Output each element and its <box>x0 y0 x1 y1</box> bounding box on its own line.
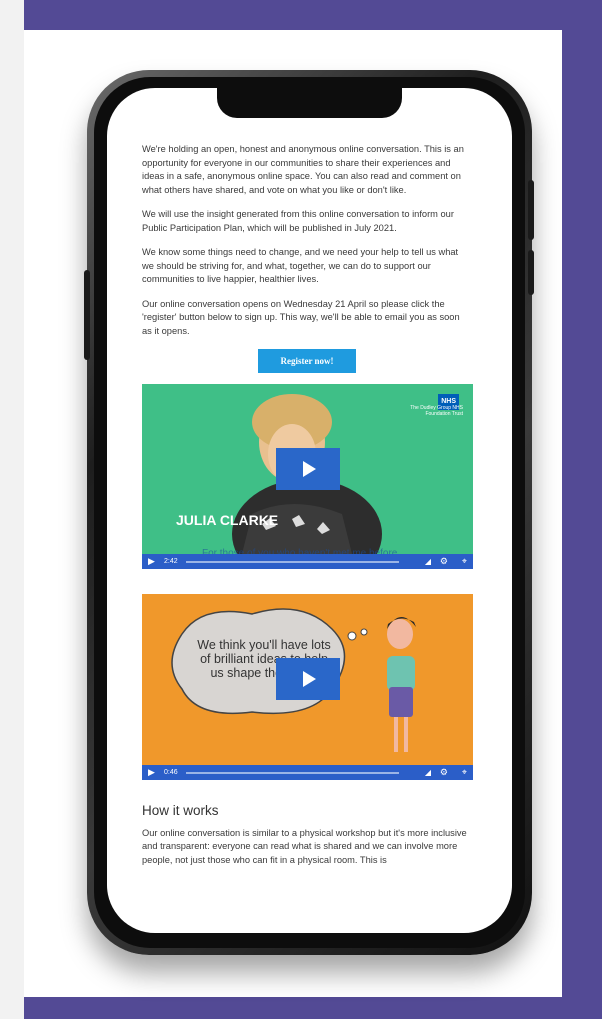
volume-icon[interactable]: ◢ <box>425 766 431 779</box>
play-button-icon[interactable] <box>276 658 340 700</box>
how-it-works-text: Our online conversation is similar to a … <box>142 827 467 865</box>
phone-side-button-right-top <box>528 180 534 240</box>
settings-icon[interactable]: ⚙ <box>440 766 448 779</box>
presenter-name-tag: JULIA CLARKE <box>176 512 279 528</box>
page-content: We're holding an open, honest and anonym… <box>142 143 473 878</box>
play-button-icon[interactable] <box>276 448 340 490</box>
phone-side-button-left <box>84 270 90 360</box>
register-button[interactable]: Register now! <box>258 349 356 373</box>
fullscreen-icon[interactable]: ⌖ <box>462 555 467 568</box>
settings-icon[interactable]: ⚙ <box>440 555 448 568</box>
phone-notch <box>217 88 402 118</box>
play-icon[interactable]: ▶ <box>148 555 155 568</box>
video-controls: ▶ 0:46 ◢ ⚙ ⌖ <box>142 765 473 780</box>
video-controls: ▶ 2:42 ◢ ⚙ ⌖ <box>142 554 473 569</box>
progress-track[interactable] <box>186 772 399 774</box>
play-icon[interactable]: ▶ <box>148 766 155 779</box>
how-it-works-heading: How it works <box>142 803 219 818</box>
video-player-2[interactable]: We think you'll have lots of brilliant i… <box>142 594 473 780</box>
video-time: 2:42 <box>164 558 178 565</box>
intro-paragraph: We're holding an open, honest and anonym… <box>142 144 464 195</box>
opens-paragraph: Our online conversation opens on Wednesd… <box>142 298 460 336</box>
progress-track[interactable] <box>186 561 399 563</box>
volume-icon[interactable]: ◢ <box>425 555 431 568</box>
change-paragraph: We know some things need to change, and … <box>142 247 459 284</box>
phone-screen: We're holding an open, honest and anonym… <box>107 88 512 933</box>
fullscreen-icon[interactable]: ⌖ <box>462 766 467 779</box>
trust-name: The Dudley Group NHS Foundation Trust <box>410 405 463 417</box>
phone-side-button-right <box>528 250 534 295</box>
video-time: 0:46 <box>164 769 178 776</box>
insight-paragraph: We will use the insight generated from t… <box>142 209 454 233</box>
video-player-1[interactable]: NHS The Dudley Group NHS Foundation Trus… <box>142 384 473 569</box>
